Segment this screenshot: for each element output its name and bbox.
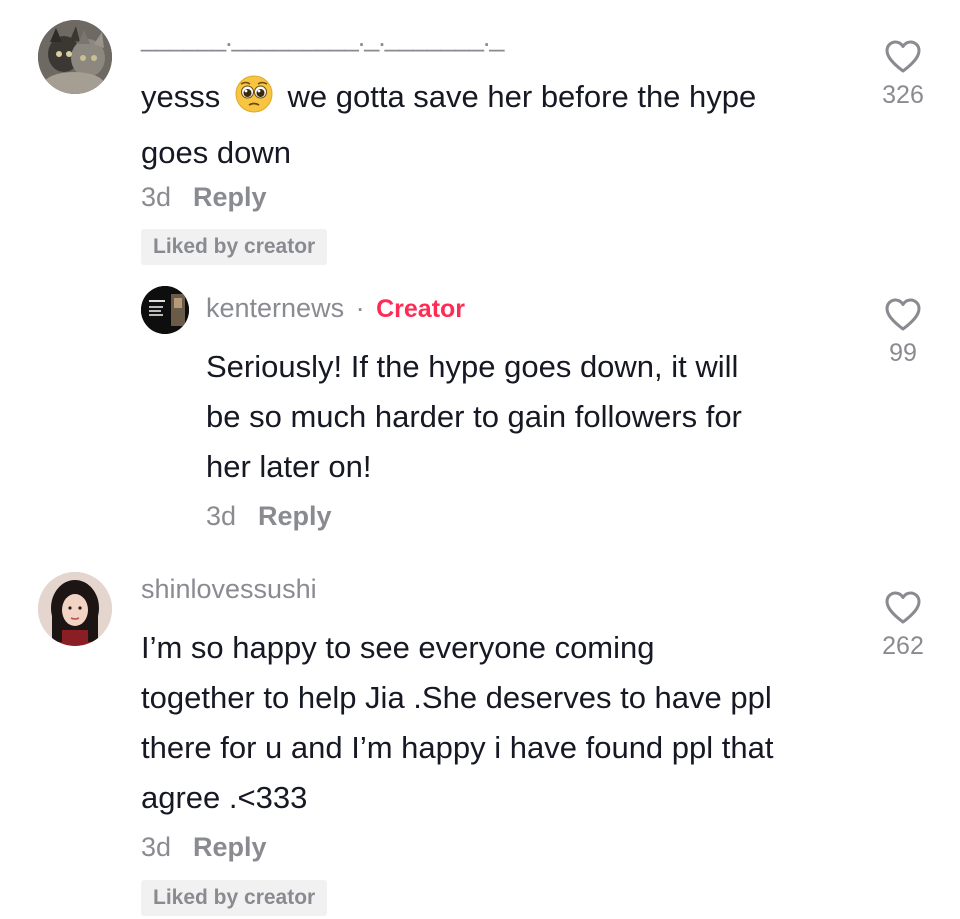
comment-text-line: together to help Jia .She deserves to ha… — [141, 680, 772, 715]
cat-photo-avatar-image — [38, 20, 112, 94]
comment-text-line: there for u and I’m happy i have found p… — [141, 730, 774, 765]
liked-by-creator-badge: Liked by creator — [141, 880, 328, 916]
comment-time: 3d — [141, 832, 172, 862]
reply-button[interactable]: Reply — [193, 182, 267, 212]
reply-button[interactable]: Reply — [258, 501, 332, 531]
separator-dot: · — [355, 293, 365, 323]
liked-by-creator-badge: Liked by creator — [141, 229, 328, 265]
like-control: 262 — [858, 591, 948, 661]
reply-username[interactable]: kenternews — [206, 293, 344, 323]
reply-button[interactable]: Reply — [193, 832, 267, 862]
heart-outline-icon[interactable] — [885, 40, 921, 74]
comment-text-part: yesss — [141, 79, 221, 114]
like-count: 326 — [882, 81, 924, 109]
user-photo-avatar-image — [38, 572, 112, 646]
reply-meta: 3d Reply — [206, 501, 332, 532]
heart-outline-icon[interactable] — [885, 591, 921, 625]
kenternews-logo-avatar-image — [141, 286, 189, 334]
comment-text-line: agree .<333 — [141, 780, 308, 815]
like-control: 326 — [858, 40, 948, 110]
reply-text-line: be so much harder to gain followers for — [206, 399, 742, 434]
avatar[interactable] — [38, 20, 112, 94]
like-control: 99 — [858, 298, 948, 368]
comment-text-part: we gotta save her before the hype — [287, 79, 757, 114]
comment-text-part: goes down — [141, 135, 291, 170]
avatar[interactable] — [141, 286, 189, 334]
comment-username[interactable]: shinlovessushi — [141, 574, 317, 605]
like-count: 99 — [889, 339, 917, 367]
like-count: 262 — [882, 632, 924, 660]
heart-outline-icon[interactable] — [885, 298, 921, 332]
reply-text-line: her later on! — [206, 449, 372, 484]
comment-meta: 3d Reply — [141, 182, 267, 213]
reply-text: Seriously! If the hype goes down, it wil… — [206, 342, 826, 492]
reply-text-line: Seriously! If the hype goes down, it wil… — [206, 349, 739, 384]
pleading-face-emoji-icon — [235, 75, 273, 128]
creator-label: Creator — [376, 295, 466, 323]
avatar[interactable] — [38, 572, 112, 646]
comment-meta: 3d Reply — [141, 832, 267, 863]
reply-time: 3d — [206, 501, 237, 531]
comment-username[interactable]: ______._________._._______._ — [141, 22, 504, 53]
comment-text: I’m so happy to see everyone coming toge… — [141, 623, 851, 823]
reply-header: kenternews · Creator — [206, 293, 465, 324]
comment-text-line: I’m so happy to see everyone coming — [141, 630, 655, 665]
comment-time: 3d — [141, 182, 172, 212]
comment-text: yesss we gotta save her before the hype … — [141, 72, 841, 178]
